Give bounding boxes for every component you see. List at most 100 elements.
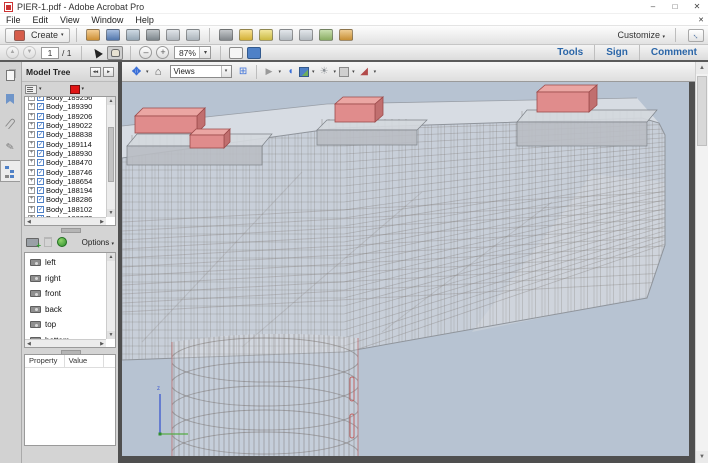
expand-icon[interactable]: + — [28, 112, 35, 120]
menu-edit[interactable]: Edit — [27, 15, 55, 25]
model-tree-item[interactable]: + ✓ Body_189022 — [25, 121, 115, 130]
delete-view-icon[interactable] — [44, 237, 52, 247]
model-tree-item[interactable]: + ✓ Body_188838 — [25, 130, 115, 139]
scroll-down-icon[interactable]: ▼ — [107, 209, 115, 217]
expand-icon[interactable]: + — [28, 97, 35, 102]
view-item[interactable]: top — [25, 317, 115, 333]
model-tree-item[interactable]: + ✓ Body_188194 — [25, 186, 115, 195]
select-tool-button[interactable] — [89, 46, 105, 60]
model-tree-item[interactable]: + ✓ Body_188746 — [25, 167, 115, 177]
print-icon[interactable] — [145, 29, 160, 41]
model-tree-item[interactable]: + ✓ Body_188930 — [25, 149, 115, 158]
model-tree-item[interactable]: + ✓ Body_188102 — [25, 205, 115, 214]
expand-icon[interactable]: + — [28, 168, 35, 176]
expand-icon[interactable]: + — [28, 196, 35, 204]
view-item[interactable]: back — [25, 302, 115, 318]
comment-bubble-icon[interactable] — [238, 29, 253, 41]
visibility-checkbox[interactable]: ✓ — [37, 187, 44, 195]
model-tree-item[interactable]: + ✓ Body_188654 — [25, 177, 115, 186]
visibility-checkbox[interactable]: ✓ — [37, 112, 44, 120]
views-horizontal-scrollbar[interactable]: ◀ ▶ — [25, 339, 106, 347]
expand-icon[interactable]: + — [28, 149, 35, 157]
fit-window-icon[interactable] — [247, 46, 262, 59]
highlight-color-swatch[interactable] — [69, 84, 80, 94]
hand-tool-button[interactable] — [107, 45, 124, 60]
render-mode-cube-icon[interactable] — [299, 66, 310, 77]
panel-splitter[interactable] — [22, 226, 118, 233]
signatures-icon[interactable]: ✎ — [0, 136, 20, 158]
expand-icon[interactable]: + — [28, 131, 35, 139]
scroll-up-icon[interactable]: ▲ — [696, 62, 708, 74]
visibility-checkbox[interactable]: ✓ — [37, 131, 44, 139]
model-tree-item[interactable]: + ✓ Body_188286 — [25, 195, 115, 204]
scrolling-mode-icon[interactable] — [229, 46, 244, 59]
sign-tab[interactable]: Sign — [594, 45, 639, 60]
expand-icon[interactable]: + — [28, 140, 35, 148]
bookmarks-icon[interactable] — [0, 88, 20, 110]
view-item[interactable]: front — [25, 286, 115, 302]
scroll-up-icon[interactable]: ▲ — [107, 97, 115, 105]
visibility-checkbox[interactable]: ✓ — [37, 205, 44, 213]
view-item[interactable]: left — [25, 255, 115, 271]
page-thumbnails-icon[interactable] — [0, 64, 20, 86]
visibility-checkbox[interactable]: ✓ — [37, 97, 44, 102]
edit-page-icon[interactable] — [165, 29, 180, 41]
views-dropdown[interactable]: Views ▾ — [169, 65, 232, 78]
tree-horizontal-scrollbar[interactable]: ◀ ▶ — [25, 217, 106, 225]
scroll-down-icon[interactable]: ▼ — [107, 331, 115, 339]
maximize-button[interactable]: □ — [664, 0, 686, 14]
attachments-icon[interactable] — [0, 112, 20, 134]
reading-mode-icon[interactable]: ↔ — [688, 28, 704, 42]
document-scroll-thumb[interactable] — [697, 76, 707, 146]
email-icon[interactable] — [185, 29, 200, 41]
model-tree-icon[interactable] — [0, 160, 20, 182]
update-view-icon[interactable] — [57, 237, 67, 247]
tree-scroll-thumb[interactable] — [108, 127, 114, 182]
visibility-checkbox[interactable]: ✓ — [37, 177, 44, 185]
panel-collapse-button[interactable]: ◂◂ — [90, 66, 101, 77]
expand-icon[interactable]: + — [28, 159, 35, 167]
export-doc-icon[interactable] — [278, 29, 293, 41]
zoom-level-select[interactable]: 87% ▾ — [174, 46, 212, 59]
menu-window[interactable]: Window — [85, 15, 129, 25]
model-tree-item[interactable]: + ✓ Body_189390 — [25, 102, 115, 111]
expand-icon[interactable]: + — [28, 187, 35, 195]
save-icon[interactable] — [105, 29, 120, 41]
panel-expand-button[interactable]: ▸ — [103, 66, 114, 77]
lighting-icon[interactable]: ☀ — [318, 66, 331, 78]
expand-icon[interactable]: + — [28, 177, 35, 185]
tree-options-icon[interactable] — [25, 84, 37, 94]
visibility-checkbox[interactable]: ✓ — [37, 103, 44, 111]
menubar-close-icon[interactable]: ✕ — [698, 16, 708, 24]
visibility-checkbox[interactable]: ✓ — [37, 149, 44, 157]
background-color-icon[interactable] — [339, 66, 350, 77]
model-tree-item[interactable]: + ✓ Body_189206 — [25, 112, 115, 121]
expand-icon[interactable]: + — [28, 103, 35, 111]
open-icon[interactable] — [85, 29, 100, 41]
menu-help[interactable]: Help — [129, 15, 160, 25]
menu-view[interactable]: View — [54, 15, 85, 25]
views-options-button[interactable]: Options ▾ — [82, 238, 114, 247]
minimize-button[interactable]: – — [642, 0, 664, 14]
model-tree-item[interactable]: + ✓ Body_188470 — [25, 158, 115, 167]
3d-viewport[interactable]: z — [122, 82, 689, 456]
play-animation-icon[interactable]: ▶ — [263, 66, 276, 78]
view-item[interactable]: right — [25, 271, 115, 287]
previous-page-button[interactable]: ▲ — [6, 46, 19, 59]
model-tree-item[interactable]: + ✓ Body_189114 — [25, 139, 115, 149]
close-button[interactable]: ✕ — [686, 0, 708, 14]
projection-mode-icon[interactable]: ◖ — [284, 66, 297, 78]
next-page-button[interactable]: ▼ — [23, 46, 36, 59]
scroll-down-icon[interactable]: ▼ — [696, 451, 708, 463]
page-number-input[interactable]: 1 — [41, 46, 59, 59]
sign-doc-icon[interactable] — [338, 29, 353, 41]
send-file-icon[interactable] — [125, 29, 140, 41]
highlight-icon[interactable] — [258, 29, 273, 41]
tree-vertical-scrollbar[interactable]: ▲ ▼ — [106, 97, 115, 217]
scroll-up-icon[interactable]: ▲ — [107, 253, 115, 261]
share-doc-icon[interactable] — [318, 29, 333, 41]
cross-section-icon[interactable]: ◢ — [358, 66, 371, 78]
attach-doc-icon[interactable] — [298, 29, 313, 41]
zoom-out-button[interactable]: – — [139, 46, 153, 59]
views-vertical-scrollbar[interactable]: ▲ ▼ — [106, 253, 115, 339]
